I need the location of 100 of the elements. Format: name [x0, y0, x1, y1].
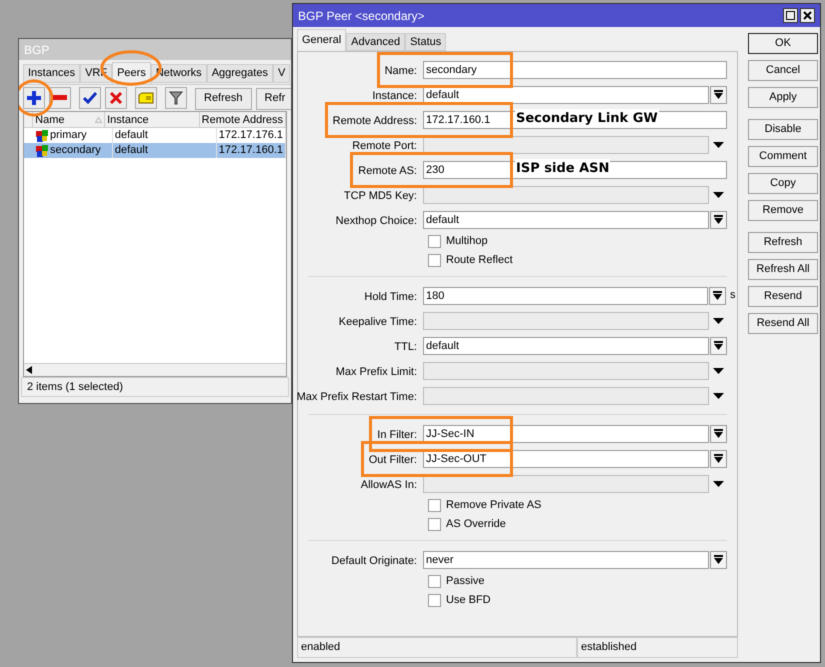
select-field[interactable]: JJ-Sec-IN	[423, 424, 709, 442]
dialog-button[interactable]: Refresh	[748, 232, 818, 253]
checkbox-label: Remove Private AS	[446, 498, 542, 514]
dropdown-button[interactable]	[710, 424, 727, 442]
puzzle-icon	[36, 144, 48, 156]
dropdown-arrow-icon	[713, 142, 724, 148]
close-icon	[803, 11, 812, 20]
dropdown-button[interactable]	[710, 550, 727, 568]
input-field[interactable]: secondary	[423, 60, 727, 78]
checkbox[interactable]	[428, 499, 441, 512]
horizontal-scrollbar[interactable]	[24, 363, 286, 376]
tab[interactable]: Aggregates	[206, 64, 273, 83]
field-label: Remote Address:	[332, 114, 417, 126]
column-header[interactable]: Name	[33, 112, 106, 127]
table-cell: secondary	[34, 143, 113, 158]
toolbar-button[interactable]	[23, 86, 45, 108]
field-label: Remote Port:	[352, 140, 417, 152]
dropdown-arrow-icon	[713, 392, 724, 398]
field-label: Remote AS:	[358, 164, 417, 176]
select-field[interactable]: JJ-Sec-OUT	[423, 450, 709, 468]
field-label: Name:	[384, 64, 417, 76]
table-row[interactable]: secondary default 172.17.160.1	[24, 143, 286, 158]
field-label: TTL:	[394, 340, 417, 352]
dropdown-arrow-icon	[713, 318, 724, 324]
field-label: Nexthop Choice:	[336, 214, 417, 226]
dialog-button[interactable]: OK	[748, 33, 818, 54]
field-label: TCP MD5 Key:	[344, 190, 417, 202]
dialog-button[interactable]: Cancel	[748, 60, 818, 81]
toolbar-button[interactable]	[79, 86, 101, 108]
dialog-button[interactable]: Remove	[748, 200, 818, 221]
field-label: Default Originate:	[331, 554, 417, 566]
sort-icon	[95, 117, 102, 123]
dropdown-button[interactable]	[710, 210, 727, 228]
minus-icon	[53, 95, 67, 100]
tab[interactable]: Status	[405, 33, 446, 51]
checkbox[interactable]	[428, 594, 441, 607]
checkbox-label: Passive	[446, 574, 485, 590]
tab[interactable]: V	[272, 64, 290, 83]
down-arrow-icon	[714, 429, 723, 438]
toolbar-button[interactable]	[135, 86, 157, 108]
select-field[interactable]: 180	[423, 286, 708, 304]
select-field[interactable]: never	[423, 550, 709, 568]
maximize-button[interactable]	[783, 8, 798, 23]
checkbox-label: AS Override	[446, 517, 506, 532]
dropdown-arrow-icon	[713, 192, 724, 198]
dialog-button[interactable]: Comment	[748, 146, 818, 167]
toolbar-button[interactable]	[165, 86, 187, 108]
dropdown-button[interactable]	[710, 86, 727, 104]
down-arrow-icon	[714, 341, 723, 350]
dialog-button[interactable]: Copy	[748, 173, 818, 194]
dialog-button[interactable]: Resend All	[748, 313, 818, 334]
refresh-button[interactable]: Refresh	[195, 88, 252, 110]
column-header[interactable]: Remote Address	[200, 112, 286, 127]
dropdown-arrow-icon	[713, 368, 724, 374]
table-cell: default	[112, 143, 217, 158]
cross-icon	[110, 92, 122, 104]
cut-off-button[interactable]: Refr	[256, 88, 291, 110]
field-label: Max Prefix Limit:	[336, 366, 417, 378]
dropdown-button[interactable]	[710, 336, 727, 354]
field-label: Keepalive Time:	[338, 316, 417, 328]
plus-icon	[27, 90, 41, 104]
dropdown-button[interactable]	[710, 450, 727, 468]
table-cell: 172.17.160.1	[216, 143, 286, 158]
down-arrow-icon	[714, 555, 723, 564]
dialog-button[interactable]: Apply	[748, 87, 818, 108]
filter-icon	[169, 90, 183, 104]
select-field[interactable]: default	[423, 86, 709, 104]
dialog-button[interactable]: Refresh All	[748, 259, 818, 280]
select-field[interactable]: default	[423, 336, 709, 354]
down-arrow-icon	[714, 454, 723, 463]
checkbox[interactable]	[428, 575, 441, 588]
field-label: Out Filter:	[368, 454, 417, 466]
tab[interactable]: Advanced	[346, 33, 406, 51]
checkbox[interactable]	[428, 518, 441, 531]
tab[interactable]: General	[297, 29, 346, 51]
status-text: 2 items (1 selected)	[21, 377, 289, 397]
select-field[interactable]: default	[423, 210, 709, 228]
tab[interactable]: Peers	[112, 62, 151, 84]
checkbox-label: Multihop	[446, 234, 488, 250]
status-field: enabled	[297, 637, 577, 658]
dialog-button[interactable]: Resend	[748, 286, 818, 307]
down-arrow-icon	[713, 291, 722, 300]
tab[interactable]: Instances	[23, 64, 80, 83]
toolbar-button[interactable]	[105, 86, 127, 108]
column-header[interactable]: Instance	[105, 112, 200, 127]
checkbox-label: Use BFD	[446, 593, 491, 608]
maximize-icon	[786, 11, 795, 20]
checkbox[interactable]	[428, 254, 441, 267]
checkbox[interactable]	[428, 235, 441, 248]
field-label: In Filter:	[377, 428, 417, 440]
field-label: Hold Time:	[364, 290, 417, 302]
dropdown-button[interactable]	[709, 286, 726, 304]
close-button[interactable]	[800, 8, 815, 23]
status-field: established	[577, 637, 738, 658]
checkmark-icon	[83, 92, 97, 104]
window-title: BGP Peer <secondary>	[298, 8, 425, 24]
dropdown-arrow-icon	[713, 480, 724, 486]
dialog-button[interactable]: Disable	[748, 119, 818, 140]
puzzle-icon	[36, 130, 48, 142]
field-label: AllowAS In:	[360, 478, 417, 490]
